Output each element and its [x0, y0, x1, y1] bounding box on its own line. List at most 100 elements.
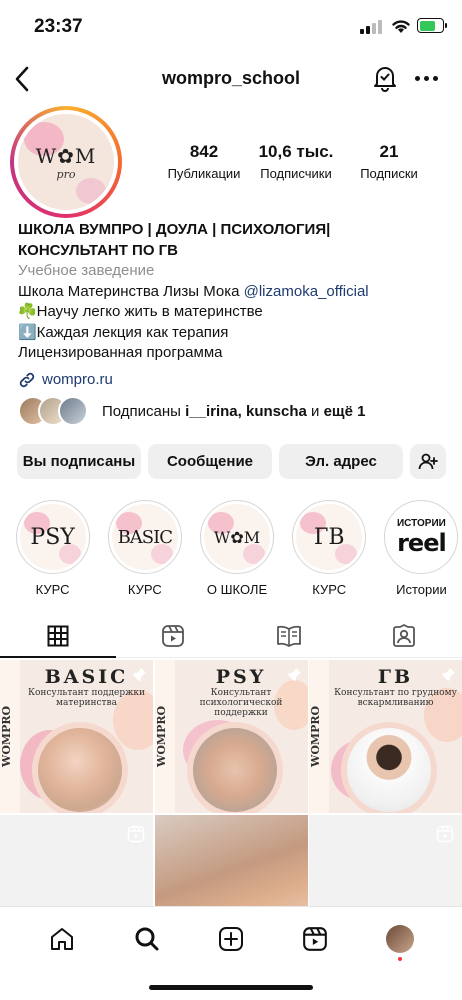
nav-reels[interactable]	[297, 921, 333, 957]
stat-followers[interactable]: 10,6 тыс. Подписчики	[248, 142, 344, 181]
post-side-text: WOMPRO	[309, 660, 329, 813]
message-button[interactable]: Сообщение	[148, 444, 272, 479]
followed-prefix: Подписаны	[102, 402, 186, 420]
tab-reels[interactable]	[116, 614, 232, 657]
highlight-cover-text: BASIC	[117, 526, 173, 548]
profile-name-line1: ШКОЛА ВУМПРО | ДОУЛА | ПСИХОЛОГИЯ|	[18, 221, 331, 238]
pin-icon	[287, 668, 301, 681]
search-icon	[135, 927, 159, 951]
battery-icon	[417, 18, 447, 33]
notification-bell-icon[interactable]	[372, 64, 398, 92]
highlight-label: КУРС	[35, 582, 70, 597]
tab-guides[interactable]	[231, 614, 347, 657]
avatar-logo-sub: pro	[56, 167, 76, 181]
followed-names: i__irina, kunscha	[185, 402, 307, 420]
home-indicator	[149, 985, 313, 990]
highlight-cover-text: reel	[397, 528, 447, 557]
bio-line: ⬇️Каждая лекция как терапия	[18, 323, 229, 341]
signal-icon	[360, 20, 382, 34]
highlight-label: КУРС	[312, 582, 347, 597]
post-photo	[341, 722, 437, 813]
pin-icon	[133, 668, 146, 681]
guides-icon	[276, 625, 301, 647]
highlight-label: Истории	[396, 582, 447, 597]
nav-create[interactable]	[213, 921, 249, 957]
highlight-stories[interactable]: ИСТОРИИ reel Истории	[381, 500, 462, 597]
bio-text: Школа Материнства Лизы Мока	[18, 282, 244, 300]
highlight-label: КУРС	[127, 582, 162, 597]
clock: 23:37	[34, 16, 83, 37]
website-link[interactable]: wompro.ru	[18, 370, 446, 391]
status-bar: 23:37	[0, 0, 462, 54]
bio-line: Лицензированная программа	[18, 344, 223, 361]
nav-home[interactable]	[44, 921, 80, 957]
stat-label: Подписчики	[260, 166, 332, 181]
post-side-text: WOMPRO	[0, 660, 20, 813]
avatar	[385, 925, 414, 953]
stat-value: 10,6 тыс.	[258, 142, 334, 161]
suggest-user-button[interactable]	[410, 444, 446, 479]
link-icon	[19, 372, 35, 387]
highlight-gv[interactable]: ГВ КУРС	[289, 500, 370, 597]
stat-following[interactable]: 21 Подписки	[344, 142, 434, 181]
post-photo	[32, 722, 128, 813]
reel-icon	[127, 825, 145, 842]
nav-profile[interactable]	[382, 921, 418, 961]
post-subtitle: Консультант по грудному вскармливанию	[334, 688, 457, 708]
email-button[interactable]: Эл. адрес	[279, 444, 403, 479]
post-photo	[186, 722, 283, 813]
nav-search[interactable]	[129, 921, 165, 957]
followed-by[interactable]: Подписаны i__irina, kunscha и ещё 1	[18, 396, 365, 426]
notification-dot	[397, 957, 402, 961]
bio-mention-link[interactable]: @lizamoka_official	[244, 283, 369, 300]
highlight-basic[interactable]: BASIC КУРС	[104, 500, 185, 597]
profile-actions: Вы подписаны Сообщение Эл. адрес	[17, 444, 446, 479]
post-side-text: WOMPRO	[154, 660, 175, 813]
following-button[interactable]: Вы подписаны	[17, 444, 141, 479]
website-url: wompro.ru	[42, 370, 113, 388]
profile-category: Учебное заведение	[18, 262, 155, 279]
stat-value: 842	[189, 142, 219, 161]
highlight-psy[interactable]: PSY КУРС	[12, 500, 93, 597]
post-thumbnail[interactable]: WOMPRO BASIC Консультант поддержки матер…	[0, 660, 153, 813]
create-post-icon	[218, 927, 243, 951]
avatar	[58, 396, 88, 426]
bottom-navigation	[0, 906, 462, 1000]
pin-icon	[442, 668, 455, 681]
reel-icon	[436, 825, 454, 842]
highlight-cover-text: PSY	[30, 524, 75, 550]
highlight-about-school[interactable]: W✿M О ШКОЛЕ	[196, 500, 277, 597]
add-person-icon	[418, 453, 438, 469]
highlight-cover-text: W✿M	[213, 527, 261, 547]
reels-icon	[303, 927, 328, 951]
follower-avatars	[18, 396, 88, 426]
post-subtitle: Консультант психологической поддержки	[199, 688, 283, 718]
content-tabs	[0, 614, 462, 658]
post-thumbnail[interactable]: WOMPRO ГВ Консультант по грудному вскарм…	[309, 660, 462, 813]
tab-grid[interactable]	[0, 614, 116, 658]
wifi-icon	[392, 20, 410, 33]
stat-label: Публикации	[167, 166, 241, 181]
profile-avatar[interactable]: W✿M pro	[10, 106, 122, 218]
stat-posts[interactable]: 842 Публикации	[160, 142, 248, 181]
story-highlights: PSY КУРС BASIC КУРС W✿M О ШКОЛЕ ГВ КУРС …	[12, 500, 462, 597]
home-icon	[51, 928, 74, 950]
profile-stats: 842 Публикации 10,6 тыс. Подписчики 21 П…	[160, 142, 462, 181]
highlight-label: О ШКОЛЕ	[206, 582, 268, 597]
profile-bio: ШКОЛА ВУМПРО | ДОУЛА | ПСИХОЛОГИЯ| КОНСУ…	[18, 220, 446, 390]
highlight-cover-top: ИСТОРИИ	[396, 517, 446, 529]
tab-tagged[interactable]	[347, 614, 462, 657]
more-options-icon[interactable]	[415, 76, 438, 81]
post-thumbnail[interactable]: WOMPRO PSY Консультант психологической п…	[154, 660, 308, 813]
tagged-icon	[393, 623, 416, 647]
stat-value: 21	[379, 142, 399, 161]
bio-line-school: Школа Материнства Лизы Мока @lizamoka_of…	[18, 282, 446, 303]
followed-rest: ещё 1	[323, 402, 366, 420]
grid-icon	[47, 625, 69, 646]
avatar-logo-text: W✿M	[35, 143, 97, 168]
stat-label: Подписки	[360, 166, 418, 181]
followed-middle: и	[306, 402, 324, 420]
profile-name-line2: КОНСУЛЬТАНТ ПО ГВ	[18, 241, 179, 259]
reels-icon	[162, 624, 185, 647]
bio-line: ☘️Научу легко жить в материнстве	[18, 303, 263, 320]
